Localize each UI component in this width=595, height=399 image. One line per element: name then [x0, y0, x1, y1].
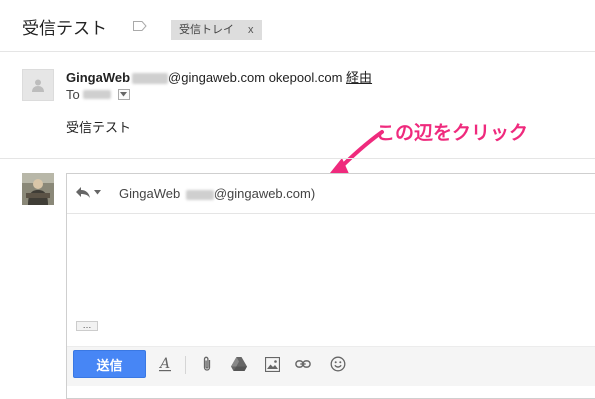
sender-line: GingaWeb @gingaweb.com okepool.com 経由 [66, 67, 372, 86]
toolbar-separator [185, 356, 186, 374]
recipient-line: To [66, 87, 130, 102]
via-link[interactable]: 経由 [346, 70, 372, 85]
sender-email: @gingaweb.com [168, 70, 266, 85]
to-label: To [66, 87, 80, 102]
sender-name[interactable]: GingaWeb [66, 70, 130, 85]
drive-icon[interactable] [231, 356, 247, 372]
chevron-down-icon [120, 92, 128, 97]
reply-recipient-email: @gingaweb.com) [213, 186, 316, 201]
attach-icon[interactable] [199, 356, 215, 372]
emoji-icon[interactable] [330, 356, 346, 372]
send-button[interactable]: 送信 [73, 350, 146, 378]
label-chip-text: 受信トレイ [179, 24, 234, 36]
reply-recipient-name: GingaWeb [119, 186, 181, 201]
reply-type-dropdown[interactable] [76, 187, 101, 198]
message-body: 受信テスト [66, 120, 132, 135]
avatar-photo [22, 173, 54, 205]
sender-via-domain: okepool.com [268, 70, 343, 85]
photo-icon[interactable] [264, 356, 280, 372]
redacted-text [132, 73, 169, 85]
label-chip-inbox[interactable]: 受信トレイ x [171, 20, 262, 40]
formatting-icon[interactable]: A [157, 356, 173, 372]
divider [0, 158, 595, 159]
redacted-text [185, 189, 214, 200]
redacted-text [82, 90, 111, 99]
label-remove-button[interactable]: x [248, 20, 254, 40]
recipient-details-toggle[interactable] [117, 89, 130, 100]
chevron-down-icon [94, 190, 101, 195]
thread-subject: 受信テスト [22, 19, 107, 38]
reply-composer[interactable]: GingaWeb @gingaweb.com) … 送信 A [66, 173, 595, 399]
link-icon[interactable] [295, 356, 311, 372]
user-avatar[interactable] [22, 173, 54, 205]
reply-arrow-icon [76, 187, 90, 198]
svg-text:A: A [158, 356, 170, 372]
compose-toolbar: 送信 A [67, 346, 595, 386]
reply-recipient-field[interactable]: GingaWeb @gingaweb.com) [119, 186, 315, 201]
sender-avatar[interactable] [22, 69, 54, 101]
avatar-placeholder-icon [32, 79, 44, 92]
thread-header: 受信テスト 受信トレイ x [0, 0, 595, 50]
reply-header: GingaWeb @gingaweb.com) [67, 174, 595, 214]
divider [0, 51, 595, 52]
label-tag-icon[interactable] [133, 21, 147, 31]
show-trimmed-content-button[interactable]: … [76, 321, 98, 331]
